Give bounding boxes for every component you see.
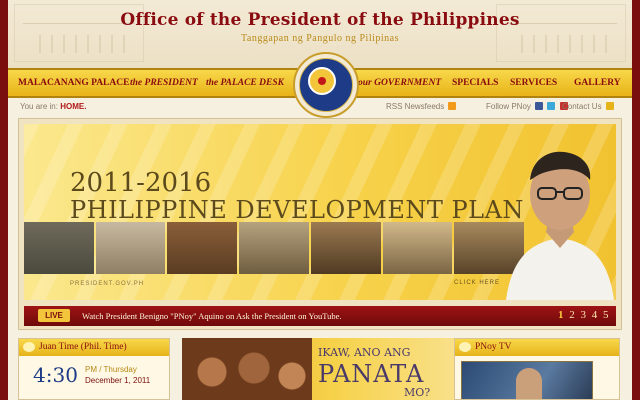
mail-icon <box>605 102 614 110</box>
banner-years: 2011-2016 <box>70 168 212 198</box>
photo-thumb <box>239 222 309 274</box>
banner-click-here[interactable]: CLICK HERE <box>454 280 500 286</box>
panata-line-3: MO? <box>404 386 431 399</box>
featured-banner[interactable]: 2011-2016 PHILIPPINE DEVELOPMENT PLAN PR… <box>24 124 616 300</box>
photo-thumb <box>382 222 453 274</box>
juan-time-header: Juan Time (Phil. Time) <box>19 339 169 356</box>
twitter-icon[interactable] <box>547 102 556 110</box>
page: Office of the President of the Philippin… <box>8 0 632 400</box>
banner-title: PHILIPPINE DEVELOPMENT PLAN <box>70 196 524 224</box>
pager-page-5[interactable]: 5 <box>603 309 609 321</box>
nav-our-government[interactable]: our GOVERNMENT <box>358 78 441 88</box>
nav-the-palace-desk[interactable]: the PALACE DESK <box>206 78 284 88</box>
rss-icon <box>448 102 457 110</box>
breadcrumb-home[interactable]: HOME. <box>60 102 86 111</box>
ticker-message[interactable]: Watch President Benigno "PNoy" Aquino on… <box>82 311 342 321</box>
pager-page-2[interactable]: 2 <box>569 309 575 321</box>
clock-date: December 1, 2011 <box>85 376 151 385</box>
follow-links: Follow PNoy <box>486 102 568 111</box>
banner-url: PRESIDENT.GOV.PH <box>70 281 145 287</box>
nav-gallery[interactable]: GALLERY <box>574 78 621 88</box>
photo-thumb <box>167 222 238 274</box>
juan-time-title: Juan Time (Phil. Time) <box>39 342 127 352</box>
follow-label: Follow PNoy <box>486 102 531 111</box>
photo-thumb <box>95 222 166 274</box>
video-player[interactable] <box>461 361 593 399</box>
site-subtitle: Tanggapan ng Pangulo ng Pilipinas <box>240 33 399 44</box>
news-ticker: LIVE Watch President Benigno "PNoy" Aqui… <box>24 306 616 326</box>
pnoy-tv-header: PNoy TV <box>455 339 619 356</box>
photo-thumb <box>24 222 94 274</box>
sun-icon <box>459 342 471 352</box>
live-badge: LIVE <box>38 309 70 322</box>
president-portrait <box>506 151 614 300</box>
panata-line-1: IKAW, ANO ANG <box>318 346 411 359</box>
seal-center <box>308 67 336 95</box>
nav-specials[interactable]: SPECIALS <box>452 78 498 88</box>
nav-the-president[interactable]: the PRESIDENT <box>130 78 198 88</box>
contact-label: Contact Us <box>562 102 602 111</box>
sun-icon <box>23 342 35 352</box>
juan-time-panel: Juan Time (Phil. Time) 4:30 PM / Thursda… <box>18 338 170 400</box>
nav-malacanang-palace[interactable]: MALACANANG PALACE <box>18 78 129 88</box>
contact-link[interactable]: Contact Us <box>562 102 614 111</box>
photo-thumb <box>310 222 381 274</box>
nav-services[interactable]: SERVICES <box>510 78 557 88</box>
panata-line-2: PANATA <box>318 360 425 388</box>
children-photo <box>182 338 312 400</box>
breadcrumb-prefix: You are in: <box>20 102 58 111</box>
pnoy-tv-title: PNoy TV <box>475 342 512 352</box>
clock-ampm-day: PM / Thursday <box>85 365 137 374</box>
rss-link[interactable]: RSS Newsfeeds <box>386 102 457 111</box>
pager-page-4[interactable]: 4 <box>592 309 598 321</box>
pager-page-1[interactable]: 1 <box>558 309 564 321</box>
site-title[interactable]: Office of the President of the Philippin… <box>8 10 632 30</box>
banner-pager: 1 2 3 4 5 <box>558 309 612 321</box>
clock-time: 4:30 <box>33 363 78 387</box>
pager-page-3[interactable]: 3 <box>581 309 587 321</box>
pnoy-tv-panel: PNoy TV <box>454 338 620 400</box>
breadcrumb: You are in: HOME. <box>20 102 86 111</box>
rss-label: RSS Newsfeeds <box>386 102 445 111</box>
facebook-icon[interactable] <box>535 102 544 110</box>
presidential-seal[interactable] <box>293 52 359 118</box>
photo-strip <box>24 222 525 274</box>
panata-promo[interactable]: IKAW, ANO ANG PANATA MO? <box>182 338 456 400</box>
